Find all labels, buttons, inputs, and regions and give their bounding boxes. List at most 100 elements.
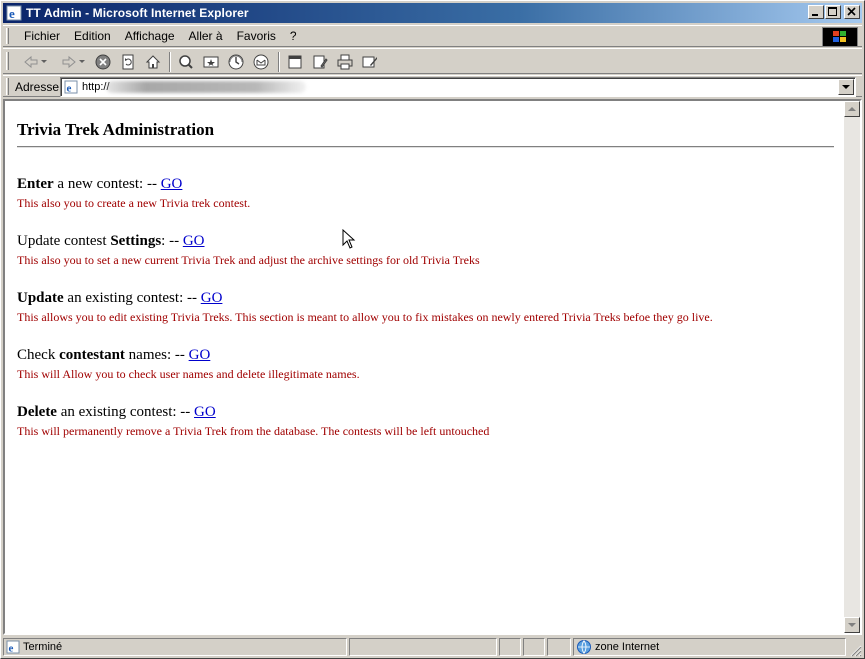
title-bar[interactable]: e TT Admin - Microsoft Internet Explorer — [3, 3, 862, 23]
section-delete: Delete an existing contest: -- GO This w… — [17, 403, 489, 439]
maximize-icon — [828, 7, 837, 16]
menu-fichier[interactable]: Fichier — [17, 29, 67, 44]
forward-icon — [62, 55, 76, 69]
redacted-url — [106, 81, 306, 93]
menu-grip[interactable] — [6, 28, 9, 44]
favorites-icon — [203, 56, 219, 68]
home-button[interactable] — [143, 52, 163, 72]
status-pane-empty — [547, 638, 571, 656]
address-label: Adresse — [15, 80, 60, 94]
stop-button[interactable] — [93, 52, 113, 72]
status-pane-empty — [349, 638, 497, 656]
internet-globe-icon — [577, 640, 591, 654]
content-frame: Trivia Trek Administration Enter a new c… — [3, 99, 862, 635]
print-button[interactable] — [335, 52, 355, 72]
go-link-update[interactable]: GO — [201, 290, 223, 306]
menu-affichage[interactable]: Affichage — [118, 29, 182, 44]
back-icon — [24, 55, 38, 69]
go-link-settings[interactable]: GO — [183, 233, 205, 249]
zone-text: zone Internet — [595, 641, 660, 653]
section-check-names: Check contestant names: -- GO This will … — [17, 346, 360, 382]
stop-icon — [95, 54, 111, 70]
home-icon — [145, 55, 161, 69]
address-input[interactable]: e http:// — [60, 77, 856, 97]
heading-text: an existing contest: -- — [56, 404, 195, 420]
go-link-delete[interactable]: GO — [194, 404, 216, 420]
status-bar: e Terminé zone Internet — [3, 637, 862, 657]
go-link-enter[interactable]: GO — [161, 176, 183, 192]
discuss-button[interactable] — [360, 52, 380, 72]
toolbar-grip[interactable] — [6, 52, 9, 70]
chevron-up-icon — [848, 106, 856, 111]
address-dropdown-button[interactable] — [838, 79, 854, 95]
toolbar-separator — [169, 52, 171, 72]
go-link-check-names[interactable]: GO — [189, 347, 211, 363]
back-button[interactable] — [21, 52, 41, 72]
menu-aller-a[interactable]: Aller à — [182, 29, 230, 44]
windows-logo-throbber — [822, 27, 858, 47]
heading-bold: Enter — [17, 176, 54, 192]
section-description: This also you to set a new current Trivi… — [17, 253, 480, 267]
heading-bold: Settings — [110, 233, 162, 249]
menu-edition[interactable]: Edition — [67, 29, 118, 44]
address-bar: Adresse e http:// — [3, 75, 862, 97]
fullscreen-button[interactable] — [285, 52, 305, 72]
title-divider — [17, 146, 834, 148]
heading-text: Check — [17, 347, 60, 363]
back-dropdown[interactable] — [39, 52, 49, 72]
section-heading: Delete an existing contest: -- GO — [17, 403, 489, 421]
history-button[interactable] — [226, 52, 246, 72]
page-title: Trivia Trek Administration — [17, 120, 215, 139]
minimize-button[interactable] — [808, 5, 824, 19]
refresh-icon — [122, 54, 134, 70]
windows-logo-icon — [833, 31, 846, 42]
chevron-down-icon — [41, 60, 47, 63]
page-icon: e — [64, 80, 78, 94]
section-description: This will Allow you to check user names … — [17, 367, 360, 381]
section-heading: Check contestant names: -- GO — [17, 346, 360, 364]
search-icon — [179, 55, 193, 69]
section-description: This allows you to edit existing Trivia … — [17, 310, 713, 324]
status-text: Terminé — [23, 641, 63, 653]
mail-button[interactable] — [251, 52, 271, 72]
section-description: This also you to create a new Trivia tre… — [17, 196, 251, 210]
refresh-button[interactable] — [118, 52, 138, 72]
menu-favoris[interactable]: Favoris — [230, 29, 283, 44]
section-heading: Enter a new contest: -- GO — [17, 175, 250, 193]
favorites-button[interactable] — [201, 52, 221, 72]
print-icon — [337, 54, 353, 70]
search-button[interactable] — [176, 52, 196, 72]
status-pane: e Terminé — [3, 638, 347, 656]
toolbar-separator — [278, 52, 280, 72]
resize-grip-icon[interactable] — [848, 643, 862, 657]
heading-text: a new contest: -- — [53, 176, 161, 192]
mouse-cursor-icon — [342, 229, 356, 249]
page-done-icon: e — [6, 640, 20, 654]
menu-help[interactable]: ? — [283, 29, 304, 44]
vertical-scrollbar[interactable] — [844, 101, 860, 633]
forward-button[interactable] — [59, 52, 79, 72]
chevron-down-icon — [848, 622, 856, 627]
scroll-down-button[interactable] — [844, 617, 860, 633]
close-button[interactable] — [844, 5, 860, 19]
discuss-icon — [362, 56, 377, 68]
scroll-up-button[interactable] — [844, 101, 860, 117]
window-title: TT Admin - Microsoft Internet Explorer — [26, 6, 249, 20]
chevron-down-icon — [842, 84, 850, 89]
forward-dropdown[interactable] — [77, 52, 87, 72]
heading-text: an existing contest: -- — [63, 290, 201, 306]
address-grip[interactable] — [6, 78, 9, 95]
maximize-button[interactable] — [825, 5, 841, 19]
browser-window: e TT Admin - Microsoft Internet Explorer… — [0, 0, 865, 659]
heading-bold: Update — [17, 290, 64, 306]
standard-toolbar — [3, 48, 862, 74]
edit-button[interactable] — [310, 52, 330, 72]
menu-bar: Fichier Edition Affichage Aller à Favori… — [3, 25, 862, 47]
close-icon — [847, 7, 856, 16]
status-pane-empty — [523, 638, 545, 656]
section-heading: Update an existing contest: -- GO — [17, 289, 713, 307]
heading-bold: Delete — [17, 404, 57, 420]
section-heading: Update contest Settings: -- GO — [17, 232, 480, 250]
history-icon — [228, 54, 244, 70]
svg-text:e: e — [9, 643, 14, 655]
